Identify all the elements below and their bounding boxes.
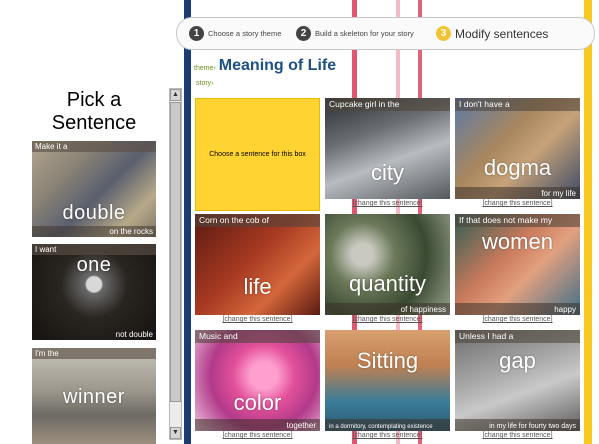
change-sentence-link[interactable]: [change this sentence] bbox=[195, 432, 320, 439]
step-3-label: Modify sentences bbox=[455, 26, 549, 41]
story-box-caption: Unless I had a bbox=[455, 330, 580, 343]
change-sentence-link[interactable]: [change this sentence] bbox=[455, 432, 580, 439]
scroll-down-arrow-icon[interactable]: ▼ bbox=[170, 427, 181, 439]
story-box-keyword: quantity bbox=[348, 271, 427, 296]
scroll-thumb[interactable] bbox=[170, 102, 181, 402]
change-sentence-link[interactable]: [change this sentence] bbox=[455, 316, 580, 323]
left-panel-scrollbar[interactable]: ▲ ▼ bbox=[169, 88, 182, 440]
story-box-caption: I don't have a bbox=[455, 98, 580, 111]
sentence-option[interactable]: I'm the winner bbox=[32, 348, 156, 444]
story-box-photo: Corn on the cob of life bbox=[195, 214, 320, 315]
story-box-keyword: Sitting bbox=[356, 348, 419, 373]
theme-label: theme› bbox=[194, 65, 216, 72]
story-box-empty[interactable]: Choose a sentence for this box bbox=[195, 98, 320, 211]
story-box[interactable]: Cupcake girl in the city [change this se… bbox=[325, 98, 450, 211]
story-box-photo: Cupcake girl in the city bbox=[325, 98, 450, 199]
story-box[interactable]: quantity of happiness [change this sente… bbox=[325, 214, 450, 327]
story-box-keyword: women bbox=[482, 229, 553, 254]
step-1[interactable]: 1 Choose a story theme bbox=[189, 18, 281, 49]
sentence-option-caption: I'm the bbox=[32, 348, 156, 359]
story-box-keyword: city bbox=[371, 160, 404, 185]
sentence-option[interactable]: I want one not double bbox=[32, 244, 156, 340]
step-3[interactable]: 3 Modify sentences bbox=[436, 18, 548, 49]
story-box[interactable]: Unless I had a gap in my life for fourty… bbox=[455, 330, 580, 443]
step-1-number: 1 bbox=[189, 26, 204, 41]
story-grid: Choose a sentence for this box Cupcake g… bbox=[195, 98, 580, 444]
change-sentence-link[interactable]: [change this sentence] bbox=[325, 432, 450, 439]
sentence-option-caption: Make it a bbox=[32, 141, 156, 152]
story-box-tail: happy bbox=[554, 305, 576, 314]
theme-title: Meaning of Life bbox=[218, 57, 337, 74]
story-box[interactable]: Sitting in a dormitory, contemplating ex… bbox=[325, 330, 450, 443]
empty-box-instruction: Choose a sentence for this box bbox=[209, 151, 306, 158]
sentence-option[interactable]: Make it a double on the rocks bbox=[32, 141, 156, 237]
story-box-keyword: color bbox=[233, 390, 282, 415]
story-box-tail: in a dormitory, contemplating existence bbox=[329, 424, 433, 430]
change-sentence-link[interactable]: [change this sentence] bbox=[325, 316, 450, 323]
step-2-number: 2 bbox=[296, 26, 311, 41]
story-box[interactable]: Music and color together [change this se… bbox=[195, 330, 320, 443]
pick-sentence-panel: Pick a Sentence Make it a double on the … bbox=[30, 87, 158, 444]
stripe-yellow bbox=[584, 0, 592, 444]
story-box-photo: Music and color together bbox=[195, 330, 320, 431]
empty-sentence-box[interactable]: Choose a sentence for this box bbox=[195, 98, 320, 211]
sentence-option-keyword: winner bbox=[63, 386, 125, 408]
story-box-tail: together bbox=[286, 421, 316, 430]
story-box-caption: Corn on the cob of bbox=[195, 214, 320, 227]
story-box-photo: If that does not make my women happy bbox=[455, 214, 580, 315]
step-2[interactable]: 2 Build a skeleton for your story bbox=[296, 18, 414, 49]
step-2-label: Build a skeleton for your story bbox=[315, 29, 414, 38]
story-box[interactable]: Corn on the cob of life [change this sen… bbox=[195, 214, 320, 327]
scroll-up-arrow-icon[interactable]: ▲ bbox=[170, 89, 181, 101]
story-box-tail: in my life for fourty two days bbox=[489, 423, 576, 430]
step-3-number: 3 bbox=[436, 26, 451, 41]
page: 1 Choose a story theme 2 Build a skeleto… bbox=[0, 0, 599, 444]
change-sentence-link[interactable]: [change this sentence] bbox=[455, 200, 580, 207]
story-box-photo: I don't have a dogma for my life bbox=[455, 98, 580, 199]
pick-sentence-title: Pick a Sentence bbox=[51, 89, 137, 134]
change-sentence-link[interactable]: [change this sentence] bbox=[195, 316, 320, 323]
story-box-photo: quantity of happiness bbox=[325, 214, 450, 315]
story-box[interactable]: I don't have a dogma for my life [change… bbox=[455, 98, 580, 211]
wizard-step-bar: 1 Choose a story theme 2 Build a skeleto… bbox=[176, 17, 595, 50]
story-box-photo: Sitting in a dormitory, contemplating ex… bbox=[325, 330, 450, 431]
story-box-caption: Cupcake girl in the bbox=[325, 98, 450, 111]
sentence-option-keyword: one bbox=[76, 254, 112, 276]
story-label: story› bbox=[196, 80, 214, 87]
story-box-caption: If that does not make my bbox=[455, 214, 580, 227]
step-1-label: Choose a story theme bbox=[208, 29, 282, 38]
story-box-photo: Unless I had a gap in my life for fourty… bbox=[455, 330, 580, 431]
stripe-navy bbox=[184, 0, 191, 444]
sentence-option-tail: on the rocks bbox=[109, 227, 153, 236]
theme-heading: theme› Meaning of Life bbox=[194, 57, 336, 75]
sentence-option-tail: not double bbox=[115, 330, 153, 339]
story-box-keyword: dogma bbox=[483, 155, 552, 180]
sentence-option-keyword: double bbox=[62, 202, 126, 224]
story-box-keyword: life bbox=[243, 274, 272, 299]
story-box-keyword: gap bbox=[499, 348, 536, 373]
change-sentence-link[interactable]: [change this sentence] bbox=[325, 200, 450, 207]
story-box[interactable]: If that does not make my women happy [ch… bbox=[455, 214, 580, 327]
story-box-tail: for my life bbox=[541, 189, 576, 198]
story-box-tail: of happiness bbox=[400, 305, 446, 314]
story-box-caption: Music and bbox=[195, 330, 320, 343]
